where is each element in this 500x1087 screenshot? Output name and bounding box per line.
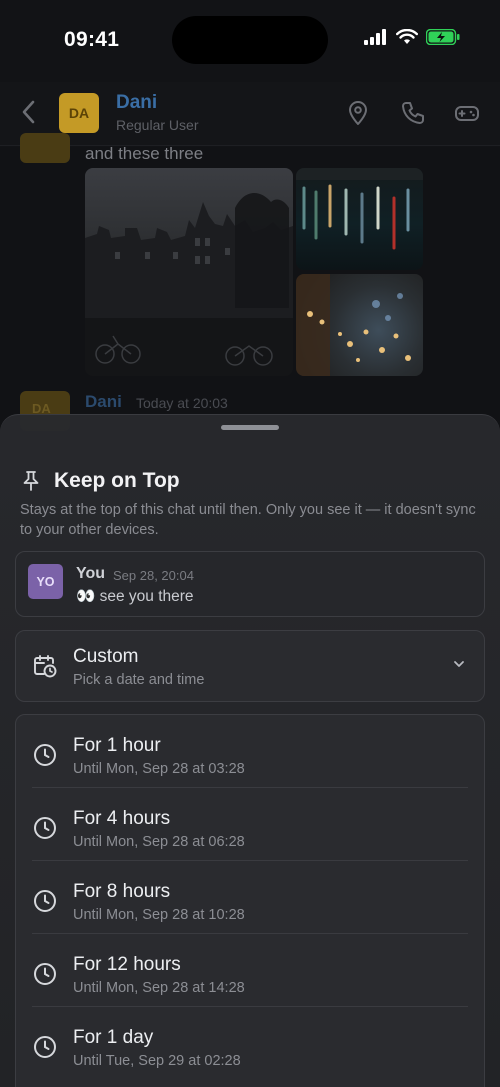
avatar: YO bbox=[28, 564, 63, 599]
calendar-clock-icon bbox=[34, 655, 57, 678]
pin-icon bbox=[23, 471, 39, 491]
photo-canal-houses-art bbox=[85, 192, 293, 376]
message-timestamp: Today at 20:03 bbox=[136, 395, 228, 411]
clock-icon bbox=[34, 963, 56, 985]
sheet-grabber[interactable] bbox=[221, 425, 279, 430]
duration-option[interactable]: For 1 day Until Tue, Sep 29 at 02:28 bbox=[16, 1007, 484, 1080]
clock-icon bbox=[34, 817, 56, 839]
image-gallery bbox=[85, 168, 423, 376]
clock-icon bbox=[34, 890, 56, 912]
dynamic-island bbox=[172, 16, 328, 64]
custom-option[interactable]: Custom Pick a date and time bbox=[15, 630, 485, 702]
clock-icon bbox=[34, 1036, 56, 1058]
sender-name: Dani bbox=[85, 392, 122, 411]
phone-icon[interactable] bbox=[400, 100, 426, 126]
battery-icon bbox=[426, 29, 460, 45]
chevron-left-icon[interactable] bbox=[16, 96, 44, 128]
custom-option-subtitle: Pick a date and time bbox=[73, 672, 205, 688]
photo-night-water-art bbox=[296, 168, 423, 250]
contact-role: Regular User bbox=[116, 117, 199, 133]
message-text: and these three bbox=[85, 144, 204, 163]
preview-timestamp: Sep 28, 20:04 bbox=[113, 568, 194, 583]
duration-option-subtitle: Until Mon, Sep 28 at 10:28 bbox=[73, 907, 245, 923]
duration-option[interactable]: For 12 hours Until Mon, Sep 28 at 14:28 bbox=[16, 934, 484, 1007]
photo-string-lights-art bbox=[296, 274, 411, 376]
duration-option-title: For 1 day bbox=[73, 1027, 154, 1048]
photo-night-water[interactable] bbox=[296, 168, 423, 270]
screen: 09:41 DA Dani Regular User and these thr… bbox=[0, 0, 500, 1087]
preview-message: 👀 see you there bbox=[76, 588, 194, 605]
duration-option-subtitle: Until Mon, Sep 28 at 03:28 bbox=[73, 761, 245, 777]
duration-option-title: For 1 hour bbox=[73, 735, 161, 756]
preview-sender: You bbox=[76, 565, 106, 582]
duration-option-subtitle: Until Tue, Sep 29 at 02:28 bbox=[73, 1053, 241, 1069]
map-pin-icon[interactable] bbox=[345, 100, 371, 126]
sheet-description: Stays at the top of this chat until then… bbox=[20, 502, 476, 538]
status-time: 09:41 bbox=[64, 28, 120, 51]
message-preview: YO You Sep 28, 20:04 👀 see you there bbox=[15, 551, 485, 617]
chat-header: DA Dani Regular User bbox=[0, 82, 500, 146]
keep-on-top-sheet: Keep on Top Stays at the top of this cha… bbox=[0, 414, 500, 1087]
wifi-icon bbox=[396, 29, 418, 44]
sheet-header: Keep on Top bbox=[20, 469, 180, 493]
duration-option-title: For 8 hours bbox=[73, 881, 171, 902]
custom-option-title: Custom bbox=[73, 646, 139, 667]
duration-option-title: For 4 hours bbox=[73, 808, 171, 829]
gamepad-icon[interactable] bbox=[454, 100, 480, 126]
status-bar: 09:41 bbox=[0, 0, 500, 82]
avatar bbox=[20, 133, 70, 163]
chevron-down-icon bbox=[454, 661, 464, 667]
clock-icon bbox=[34, 744, 56, 766]
duration-option-subtitle: Until Mon, Sep 28 at 06:28 bbox=[73, 834, 245, 850]
duration-options-list: For 1 hour Until Mon, Sep 28 at 03:28 Fo… bbox=[15, 714, 485, 1087]
status-icons bbox=[364, 29, 460, 45]
contact-name[interactable]: Dani bbox=[116, 92, 157, 114]
photo-string-lights[interactable] bbox=[296, 274, 423, 376]
avatar[interactable]: DA bbox=[59, 93, 99, 133]
duration-option-subtitle: Until Mon, Sep 28 at 14:28 bbox=[73, 980, 245, 996]
duration-option-title: For 12 hours bbox=[73, 954, 181, 975]
duration-option[interactable]: For 1 hour Until Mon, Sep 28 at 03:28 bbox=[16, 715, 484, 788]
duration-option[interactable]: For 4 hours Until Mon, Sep 28 at 06:28 bbox=[16, 788, 484, 861]
signal-icon bbox=[364, 29, 386, 45]
duration-option[interactable]: For 8 hours Until Mon, Sep 28 at 10:28 bbox=[16, 861, 484, 934]
sheet-title: Keep on Top bbox=[54, 469, 180, 492]
photo-canal-houses[interactable] bbox=[85, 168, 293, 376]
